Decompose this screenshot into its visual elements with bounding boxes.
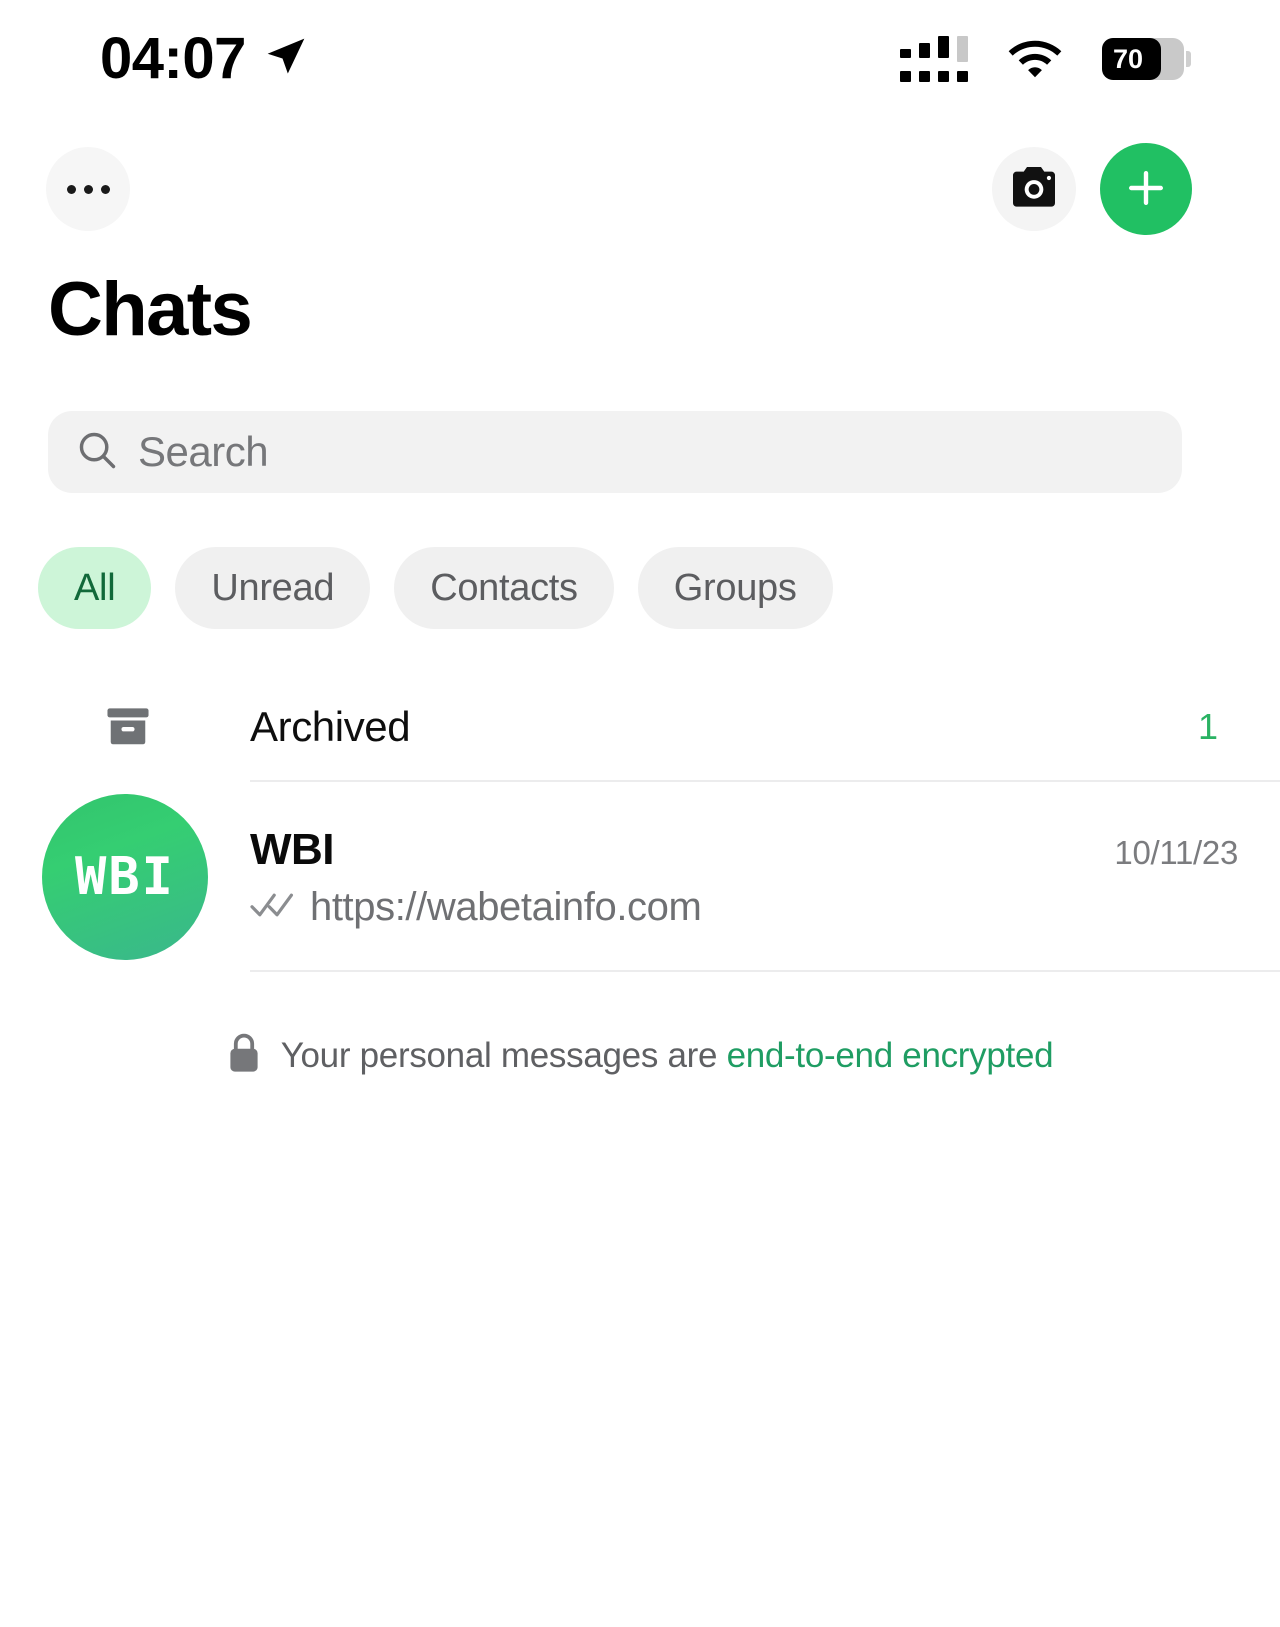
encryption-text-plain: Your personal messages are (280, 1035, 727, 1075)
archived-label: Archived (250, 703, 411, 750)
more-options-icon (66, 184, 110, 194)
chat-preview-line: https://wabetainfo.com (250, 885, 1280, 930)
cellular-signal-icon (900, 36, 968, 82)
encryption-text: Your personal messages are end-to-end en… (281, 1036, 1054, 1076)
chat-contact-name: WBI (250, 824, 335, 874)
encryption-notice: Your personal messages are end-to-end en… (0, 1032, 1280, 1079)
whatsapp-chats-screen: 04:07 70 Chats Search All Unread Contact… (0, 0, 1280, 1627)
filter-chip-unread[interactable]: Unread (175, 547, 371, 629)
chat-list: Archived 1 WBI WBI 10/11/23 https://wabe… (0, 672, 1280, 972)
app-bar (0, 130, 1280, 248)
double-check-icon (250, 890, 296, 925)
page-title: Chats (48, 267, 253, 352)
search-bar[interactable] (48, 411, 1182, 493)
camera-button[interactable] (992, 147, 1076, 231)
chat-filter-chips: All Unread Contacts Groups (38, 547, 833, 629)
lock-icon (227, 1032, 261, 1079)
battery-icon: 70 (1102, 38, 1191, 80)
status-bar-right: 70 (900, 35, 1191, 84)
encryption-text-highlight: end-to-end encrypted (726, 1035, 1054, 1075)
archive-box-icon (100, 699, 250, 755)
status-bar-left: 04:07 (100, 30, 308, 88)
status-bar: 04:07 70 (0, 0, 1280, 118)
plus-icon (1122, 164, 1170, 215)
battery-level-label: 70 (1113, 43, 1144, 74)
camera-icon (1006, 160, 1062, 219)
archived-row[interactable]: Archived 1 (0, 672, 1280, 782)
search-icon (74, 427, 120, 478)
more-options-button[interactable] (46, 147, 130, 231)
filter-chip-groups[interactable]: Groups (637, 547, 833, 629)
chat-timestamp: 10/11/23 (1114, 833, 1238, 871)
wifi-icon (1006, 35, 1064, 84)
chat-item-header: WBI 10/11/23 (250, 825, 1280, 875)
location-arrow-icon (264, 35, 308, 84)
new-chat-button[interactable] (1100, 143, 1192, 235)
avatar-initials: WBI (75, 847, 175, 907)
row-divider (250, 970, 1280, 972)
app-bar-actions (992, 143, 1192, 235)
filter-chip-contacts[interactable]: Contacts (394, 547, 614, 629)
chat-preview-text: https://wabetainfo.com (310, 884, 702, 929)
chat-list-item[interactable]: WBI WBI 10/11/23 https://wabetainfo.com (0, 782, 1280, 972)
archived-count-badge: 1 (1197, 706, 1218, 747)
avatar: WBI (42, 794, 208, 960)
status-bar-clock: 04:07 (100, 26, 246, 91)
filter-chip-all[interactable]: All (38, 547, 152, 629)
chat-item-content: WBI 10/11/23 https://wabetainfo.com (250, 825, 1280, 930)
search-input[interactable] (138, 428, 1156, 476)
